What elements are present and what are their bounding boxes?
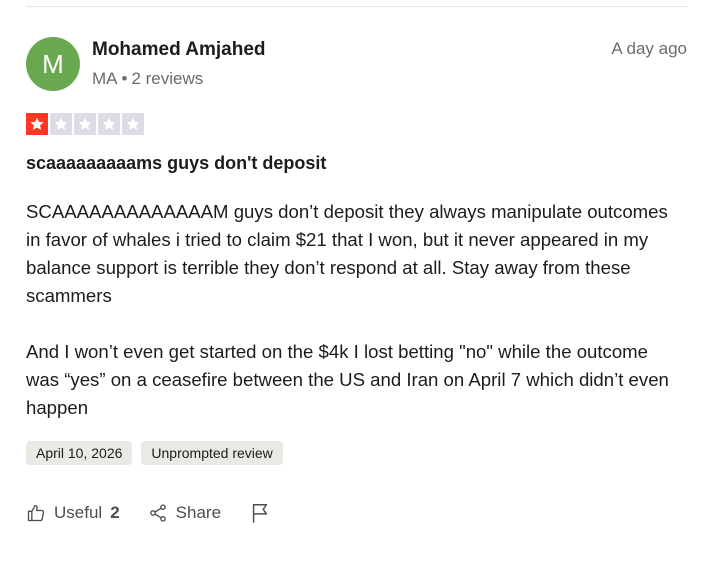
avatar[interactable]: M bbox=[26, 37, 80, 91]
useful-button[interactable]: Useful 2 bbox=[26, 503, 120, 523]
report-button[interactable] bbox=[249, 502, 271, 524]
posted-relative-date: A day ago bbox=[611, 39, 687, 58]
top-divider bbox=[26, 6, 688, 7]
share-button[interactable]: Share bbox=[148, 503, 221, 523]
star-icon-empty bbox=[74, 113, 96, 135]
star-icon-empty bbox=[122, 113, 144, 135]
author-meta: MA • 2 reviews bbox=[92, 69, 203, 89]
review-paragraph: And I won’t even get started on the $4k … bbox=[26, 341, 669, 418]
star-icon-filled bbox=[26, 113, 48, 135]
date-of-experience-tag: April 10, 2026 bbox=[26, 441, 133, 465]
review-title[interactable]: scaaaaaaaaams guys don't deposit bbox=[26, 153, 326, 174]
review-paragraph: SCAAAAAAAAAAAAAM guys don’t deposit they… bbox=[26, 201, 668, 306]
share-label: Share bbox=[175, 503, 222, 522]
useful-count: 2 bbox=[110, 503, 120, 522]
review-body: SCAAAAAAAAAAAAAM guys don’t deposit they… bbox=[26, 198, 686, 422]
author-review-count: 2 reviews bbox=[131, 69, 204, 88]
useful-label: Useful bbox=[54, 503, 103, 522]
review-tags: April 10, 2026 Unprompted review bbox=[26, 441, 283, 465]
share-icon bbox=[149, 504, 166, 522]
star-icon-empty bbox=[50, 113, 72, 135]
review-actions: Useful 2 Share bbox=[26, 502, 271, 524]
author-country: MA bbox=[92, 69, 118, 88]
author-name[interactable]: Mohamed Amjahed bbox=[92, 39, 266, 61]
review-type-tag[interactable]: Unprompted review bbox=[141, 441, 283, 465]
meta-separator: • bbox=[121, 69, 128, 88]
star-icon-empty bbox=[98, 113, 120, 135]
flag-icon bbox=[252, 504, 268, 523]
thumbs-up-icon bbox=[27, 504, 45, 522]
star-rating bbox=[26, 113, 144, 135]
